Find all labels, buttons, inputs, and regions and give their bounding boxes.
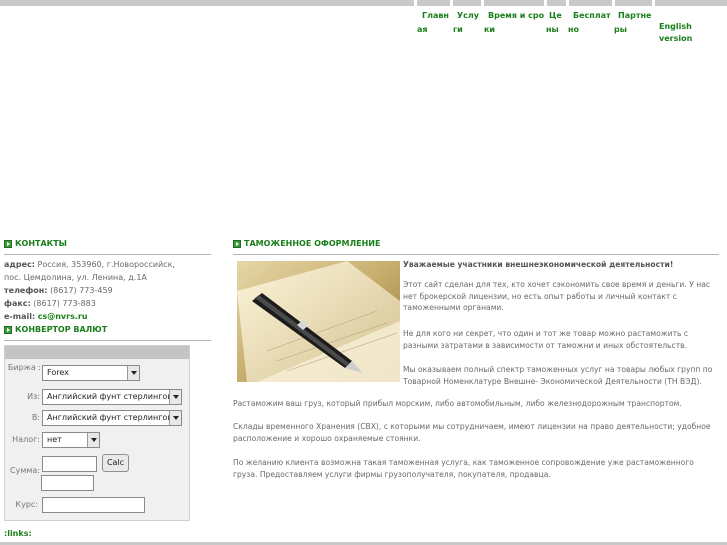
pen-photo-illustration	[237, 261, 400, 382]
converter-header-bar	[5, 346, 189, 359]
customs-heading: ТАМОЖЕННОЕ ОФОРМЛЕНИЕ	[233, 238, 380, 250]
nav-item-services[interactable]: Услуги	[453, 9, 480, 37]
email-line: e-mail: cs@nvrs.ru	[4, 312, 88, 321]
chevron-down-icon	[127, 366, 139, 380]
nav-item-prices[interactable]: Цены	[546, 9, 564, 37]
converter-divider	[4, 340, 211, 341]
converter-heading: КОНВЕРТОР ВАЛЮТ	[4, 324, 107, 336]
chevron-down-icon	[169, 411, 181, 425]
article-paragraph-6: По желанию клиента возможна такая таможе…	[233, 458, 694, 479]
arrow-icon	[233, 240, 241, 248]
article-paragraph-4: Растаможим ваш груз, который прибыл морс…	[233, 399, 682, 408]
arrow-icon	[4, 240, 12, 248]
english-version-link[interactable]: English version	[659, 21, 727, 45]
currency-converter: Биржа : Forex Из: Английский фунт стерли…	[4, 345, 190, 521]
address-line1: адрес: Россия, 353960, г.Новороссийск,	[4, 260, 175, 269]
article-lead: Уважаемые участники внешнеэкономической …	[403, 260, 674, 269]
chevron-down-icon	[169, 390, 181, 404]
amount-result-input[interactable]	[41, 475, 94, 491]
article-paragraph-1: Этот сайт сделан для тех, кто хочет сэко…	[403, 280, 711, 312]
contacts-heading-text: КОНТАКТЫ	[15, 239, 67, 248]
amount-input[interactable]	[42, 456, 97, 472]
rate-input[interactable]	[42, 497, 145, 513]
customs-heading-text: ТАМОЖЕННОЕ ОФОРМЛЕНИЕ	[244, 239, 381, 248]
exchange-select[interactable]: Forex	[42, 365, 140, 381]
top-bar	[0, 0, 727, 6]
article-paragraph-2: Не для кого ни секрет, что один и тот же…	[403, 329, 689, 350]
from-currency-select[interactable]: Английский фунт стерлингов	[42, 389, 182, 405]
contacts-block: адрес: Россия, 353960, г.Новороссийск, п…	[4, 258, 175, 323]
fax-line: факс: (8617) 773-883	[4, 299, 96, 308]
amount-label: Сумма:	[10, 466, 40, 475]
to-label: В:	[31, 413, 40, 422]
customs-divider	[233, 254, 719, 255]
links-label[interactable]: :links:	[4, 529, 32, 538]
to-currency-select[interactable]: Английский фунт стерлингов	[42, 410, 182, 426]
arrow-icon	[4, 326, 12, 334]
chevron-down-icon	[87, 433, 99, 447]
from-label: Из:	[27, 392, 40, 401]
pen-on-paper-image	[237, 261, 400, 382]
tax-select[interactable]: нет	[42, 432, 100, 448]
converter-heading-text: КОНВЕРТОР ВАЛЮТ	[15, 325, 108, 334]
email-link[interactable]: cs@nvrs.ru	[38, 312, 88, 321]
nav-item-home[interactable]: Главная	[417, 9, 451, 37]
nav-item-free[interactable]: Бесплатно	[568, 9, 614, 37]
article-paragraph-5: Склады временного Хранения (СВХ), с кото…	[233, 422, 711, 443]
contacts-divider	[4, 254, 211, 255]
nav-item-partners[interactable]: Партнеры	[614, 9, 652, 37]
calc-button[interactable]: Calc	[102, 454, 129, 472]
phone-line: телефон: (8617) 773-459	[4, 286, 113, 295]
nav-item-time[interactable]: Время и сроки	[484, 9, 546, 37]
article-paragraph-3: Мы оказываем полный спектр таможенных ус…	[403, 365, 713, 386]
contacts-heading: КОНТАКТЫ	[4, 238, 67, 250]
exchange-label: Биржа :	[7, 363, 41, 372]
address-line2: пос. Цемдолина, ул. Ленина, д.1А	[4, 273, 147, 282]
rate-label: Курс:	[15, 500, 38, 509]
tax-label: Налог:	[12, 435, 40, 444]
